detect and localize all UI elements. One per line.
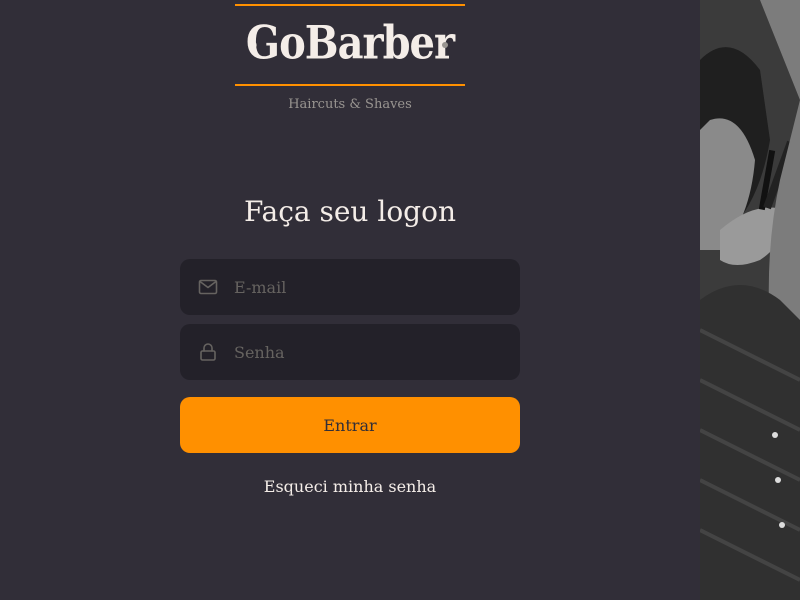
brand-name: GoBarber [245,16,455,71]
brand-logo: GoBarber [235,4,465,86]
email-field[interactable] [180,259,520,315]
mail-icon [198,277,218,297]
password-input[interactable] [234,324,504,380]
logo-top-rule [235,4,465,6]
logon-panel: GoBarber Haircuts & Shaves Faça seu logo… [0,0,700,600]
email-input[interactable] [234,259,504,315]
logon-page: GoBarber Haircuts & Shaves Faça seu logo… [0,0,800,600]
brand-tagline: Haircuts & Shaves [288,97,412,112]
lock-icon [198,342,218,362]
barber-photo [700,0,800,600]
forgot-password-link[interactable]: Esqueci minha senha [180,477,520,496]
page-title: Faça seu logon [244,195,456,228]
login-button[interactable]: Entrar [180,397,520,453]
logo-right-dot [442,42,448,48]
password-field[interactable] [180,324,520,380]
logo-bottom-rule [235,84,465,86]
